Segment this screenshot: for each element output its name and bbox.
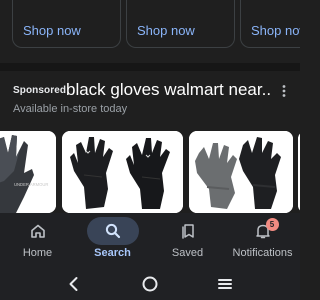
glove-brand-print: UNDER ARMOUR xyxy=(14,182,48,187)
product-card[interactable]: Shop now xyxy=(126,0,235,48)
home-icon xyxy=(30,224,45,238)
sponsored-label: Sponsored xyxy=(13,85,67,96)
shop-now-link[interactable]: Shop now xyxy=(137,23,195,38)
back-icon[interactable] xyxy=(63,273,85,295)
shop-now-link[interactable]: Shop now xyxy=(23,23,81,38)
product-card[interactable]: Shop now xyxy=(240,0,300,48)
product-image[interactable] xyxy=(298,131,300,213)
ad-title[interactable]: black gloves walmart near... xyxy=(66,80,272,100)
product-image-row: UNDER ARMOUR xyxy=(0,131,300,213)
more-vert-icon[interactable] xyxy=(280,84,288,98)
gray-glove-partial-image: UNDER ARMOUR xyxy=(0,131,56,213)
product-card[interactable]: Shop now xyxy=(12,0,121,48)
top-product-cards: Shop now Shop now Shop now xyxy=(0,0,300,52)
product-image[interactable] xyxy=(62,131,183,213)
nav-saved[interactable]: Saved xyxy=(150,213,225,269)
nav-search-label: Search xyxy=(94,247,131,259)
nav-notifications-label: Notifications xyxy=(232,247,293,259)
nav-home[interactable]: Home xyxy=(0,213,75,269)
product-image[interactable]: UNDER ARMOUR xyxy=(0,131,56,213)
search-icon xyxy=(105,223,120,239)
nav-saved-label: Saved xyxy=(171,247,204,259)
section-divider xyxy=(0,63,300,71)
nav-notifications[interactable]: 5 Notifications xyxy=(225,213,300,269)
google-search-results-page: Shop now Shop now Shop now Sponsored bla… xyxy=(0,0,300,300)
gray-and-black-knit-gloves-image xyxy=(189,131,293,213)
system-navigation-bar xyxy=(0,269,300,300)
black-gloves-pair-image xyxy=(62,131,183,213)
partial-product-image xyxy=(298,131,300,213)
bookmarks-icon xyxy=(181,224,194,239)
nav-home-label: Home xyxy=(22,247,53,259)
bottom-navigation-bar: Home Search Saved 5 Notifications xyxy=(0,213,300,269)
home-circle-icon[interactable] xyxy=(139,273,161,295)
shop-now-link[interactable]: Shop now xyxy=(251,23,300,38)
nav-search[interactable]: Search xyxy=(75,213,150,269)
recents-icon[interactable] xyxy=(214,273,236,295)
ad-subtitle: Available in-store today xyxy=(13,103,128,115)
product-image[interactable] xyxy=(189,131,293,213)
notification-badge: 5 xyxy=(265,218,279,231)
